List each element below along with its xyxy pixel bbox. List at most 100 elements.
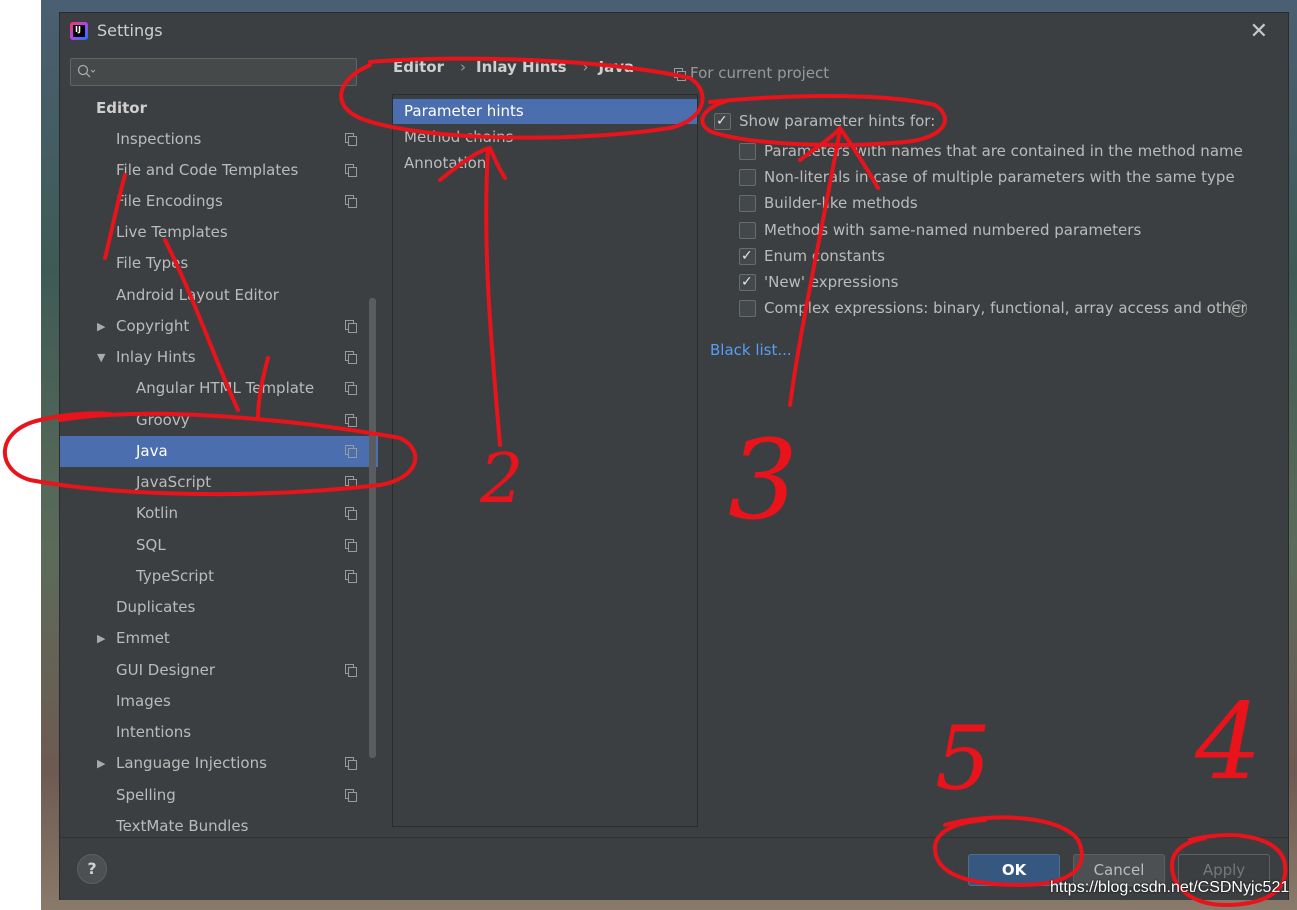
tree-item-duplicates[interactable]: Duplicates bbox=[60, 592, 378, 623]
close-icon[interactable]: ✕ bbox=[1250, 19, 1268, 44]
tree-scrollbar[interactable] bbox=[369, 298, 376, 758]
option-checkbox[interactable] bbox=[739, 195, 756, 212]
project-scope-icon bbox=[345, 164, 357, 177]
option-checkbox[interactable] bbox=[739, 300, 756, 317]
tree-item-kotlin[interactable]: Kotlin bbox=[60, 498, 378, 529]
project-scope-icon bbox=[345, 133, 357, 146]
option-checkbox[interactable] bbox=[739, 222, 756, 239]
option-checkbox[interactable] bbox=[739, 245, 756, 267]
option-label: Non-literals in case of multiple paramet… bbox=[764, 168, 1235, 186]
tree-item-live-templates[interactable]: Live Templates bbox=[60, 217, 378, 248]
project-scope-icon bbox=[345, 445, 357, 458]
tree-item-images[interactable]: Images bbox=[60, 686, 378, 717]
show-parameter-hints-checkbox[interactable] bbox=[714, 110, 731, 132]
tree-item-file-code-templates[interactable]: File and Code Templates bbox=[60, 155, 378, 186]
tree-item-label: Kotlin bbox=[136, 504, 178, 522]
tree-item-label: GUI Designer bbox=[116, 661, 215, 679]
hint-type-list: Parameter hints Method chains Annotation bbox=[392, 94, 698, 827]
tree-item-typescript[interactable]: TypeScript bbox=[60, 561, 378, 592]
intellij-app-icon: IJ bbox=[70, 22, 88, 40]
tree-item-language-injections[interactable]: ▶ Language Injections bbox=[60, 748, 378, 779]
settings-search-input[interactable] bbox=[70, 58, 357, 86]
option-checkbox[interactable] bbox=[739, 271, 756, 293]
option-checkbox[interactable] bbox=[739, 169, 756, 186]
breadcrumb-separator: › bbox=[460, 58, 466, 76]
tree-item-label: Android Layout Editor bbox=[116, 286, 279, 304]
breadcrumb: Editor › Inlay Hints › Java bbox=[393, 58, 640, 76]
tree-item-gui-designer[interactable]: GUI Designer bbox=[60, 655, 378, 686]
ok-button[interactable]: OK bbox=[968, 854, 1060, 886]
tree-item-intentions[interactable]: Intentions bbox=[60, 717, 378, 748]
list-item-annotation[interactable]: Annotation bbox=[393, 151, 697, 176]
annotation-number-2: 2 bbox=[480, 440, 524, 519]
window-title: Settings bbox=[97, 21, 163, 40]
list-item-label: Method chains bbox=[404, 128, 514, 146]
tree-item-java[interactable]: Java bbox=[60, 436, 378, 467]
breadcrumb-separator: › bbox=[582, 58, 589, 76]
tree-item-spelling[interactable]: Spelling bbox=[60, 780, 378, 811]
project-scope-icon bbox=[345, 507, 357, 520]
option-label: Complex expressions: binary, functional,… bbox=[764, 299, 1247, 317]
annotation-number-5: 5 bbox=[935, 707, 991, 810]
settings-tree: Editor Inspections File and Code Templat… bbox=[60, 93, 378, 838]
list-item-method-chains[interactable]: Method chains bbox=[393, 125, 697, 150]
list-item-parameter-hints[interactable]: Parameter hints bbox=[393, 99, 697, 124]
tree-item-file-encodings[interactable]: File Encodings bbox=[60, 186, 378, 217]
project-scope-icon bbox=[345, 320, 357, 333]
tree-item-emmet[interactable]: ▶ Emmet bbox=[60, 623, 378, 654]
tree-item-label: File Encodings bbox=[116, 192, 223, 210]
tree-item-file-types[interactable]: File Types bbox=[60, 248, 378, 279]
tree-item-javascript[interactable]: JavaScript bbox=[60, 467, 378, 498]
project-scope-icon bbox=[345, 789, 357, 802]
tree-item-label: Editor bbox=[96, 99, 147, 117]
search-icon bbox=[77, 64, 96, 78]
tree-item-label: Java bbox=[136, 442, 168, 460]
tree-item-label: Inspections bbox=[116, 130, 202, 148]
breadcrumb-item[interactable]: Editor bbox=[393, 58, 444, 76]
tree-item-groovy[interactable]: Groovy bbox=[60, 405, 378, 436]
collapse-arrow-icon[interactable]: ▼ bbox=[97, 342, 105, 373]
title-bar: IJ Settings ✕ bbox=[60, 13, 1288, 49]
tree-item-label: Spelling bbox=[116, 786, 176, 804]
expand-arrow-icon[interactable]: ▶ bbox=[97, 623, 105, 654]
project-scope-icon bbox=[345, 476, 357, 489]
tree-item-label: Copyright bbox=[116, 317, 190, 335]
option-label: Show parameter hints for: bbox=[739, 112, 936, 130]
project-scope-icon bbox=[345, 570, 357, 583]
tree-item-sql[interactable]: SQL bbox=[60, 530, 378, 561]
tree-item-label: TypeScript bbox=[136, 567, 214, 585]
help-icon[interactable]: ? bbox=[1230, 300, 1247, 317]
tree-item-label: JavaScript bbox=[136, 473, 212, 491]
option-label: Enum constants bbox=[764, 247, 885, 265]
project-scope-icon bbox=[345, 414, 357, 427]
tree-item-label: File Types bbox=[116, 254, 189, 272]
option-label: Methods with same-named numbered paramet… bbox=[764, 221, 1142, 239]
tree-item-label: Intentions bbox=[116, 723, 192, 741]
list-item-label: Annotation bbox=[404, 154, 487, 172]
tree-item-label: Live Templates bbox=[116, 223, 228, 241]
tree-item-inlay-hints[interactable]: ▼ Inlay Hints bbox=[60, 342, 378, 373]
tree-item-copyright[interactable]: ▶ Copyright bbox=[60, 311, 378, 342]
tree-item-label: Angular HTML Template bbox=[136, 379, 315, 397]
black-list-link[interactable]: Black list... bbox=[710, 341, 792, 359]
project-scope-icon bbox=[345, 351, 357, 364]
tree-item-label: Groovy bbox=[136, 411, 190, 429]
project-scope-icon bbox=[345, 382, 357, 395]
option-checkbox[interactable] bbox=[739, 143, 756, 160]
tree-item-inspections[interactable]: Inspections bbox=[60, 124, 378, 155]
tree-item-editor[interactable]: Editor bbox=[60, 93, 378, 124]
breadcrumb-item[interactable]: Java bbox=[599, 58, 635, 76]
tree-item-android-layout-editor[interactable]: Android Layout Editor bbox=[60, 280, 378, 311]
tree-item-angular-html[interactable]: Angular HTML Template bbox=[60, 373, 378, 404]
breadcrumb-item[interactable]: Inlay Hints bbox=[476, 58, 567, 76]
scope-label: For current project bbox=[690, 64, 830, 82]
tree-item-label: SQL bbox=[136, 536, 166, 554]
annotation-number-3: 3 bbox=[728, 416, 798, 544]
expand-arrow-icon[interactable]: ▶ bbox=[97, 311, 105, 342]
expand-arrow-icon[interactable]: ▶ bbox=[97, 748, 105, 779]
settings-dialog: IJ Settings ✕ Editor Inspections File an… bbox=[59, 12, 1289, 900]
option-label: Builder-like methods bbox=[764, 194, 918, 212]
help-button[interactable]: ? bbox=[77, 854, 107, 884]
tree-item-label: Emmet bbox=[116, 629, 170, 647]
option-label: Parameters with names that are contained… bbox=[764, 142, 1243, 160]
